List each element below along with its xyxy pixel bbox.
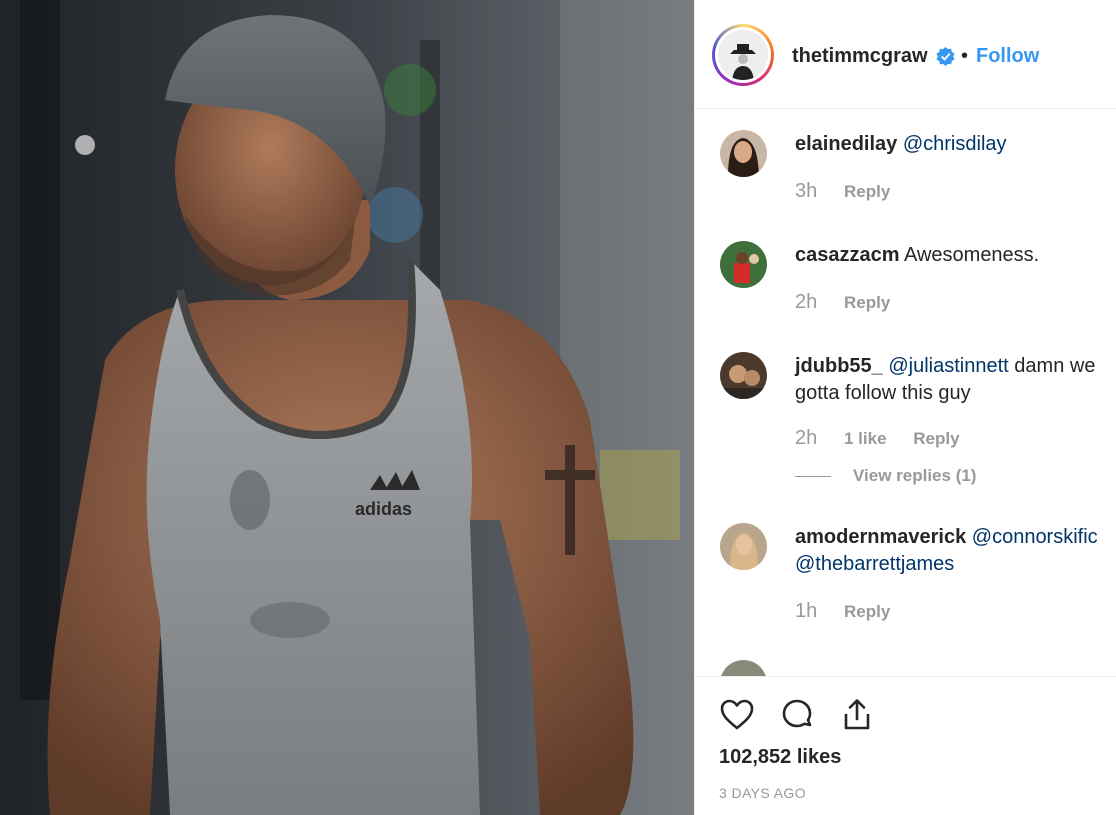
- likes-count[interactable]: 102,852 likes: [719, 746, 841, 769]
- shirt-brand-logo: adidas: [355, 499, 412, 519]
- commenter-avatar[interactable]: [720, 523, 767, 570]
- share-icon[interactable]: [839, 697, 875, 733]
- comment-text: amodernmaverick @connorskific @thebarret…: [795, 524, 1113, 578]
- comment-username[interactable]: amodernmaverick: [795, 526, 966, 548]
- comment-username[interactable]: casazzacm: [795, 244, 900, 266]
- commenter-avatar-image: [720, 523, 767, 570]
- comment-icon[interactable]: [779, 697, 815, 733]
- view-replies-line: [795, 476, 831, 478]
- comments-list[interactable]: elainedilay @chrisdilay 3h Reply casazza…: [695, 110, 1116, 676]
- comment-likes[interactable]: 1 like: [844, 429, 887, 448]
- verified-badge-icon: [936, 47, 955, 66]
- reply-button[interactable]: Reply: [844, 182, 890, 201]
- commenter-avatar-image: [720, 352, 767, 399]
- comment-time[interactable]: 2h: [795, 427, 817, 449]
- commenter-avatar[interactable]: [720, 352, 767, 399]
- comment-username[interactable]: elainedilay: [795, 133, 897, 155]
- comment-time[interactable]: 1h: [795, 600, 817, 622]
- reply-button[interactable]: Reply: [844, 293, 890, 312]
- post-date[interactable]: 3 DAYS AGO: [719, 785, 806, 801]
- post-sidebar: thetimmcgraw • Follow elainedilay @chris…: [694, 0, 1116, 815]
- post-header: thetimmcgraw • Follow: [695, 0, 1116, 109]
- comment-body: Awesomeness.: [903, 244, 1040, 266]
- comment-mention[interactable]: @chrisdilay: [903, 133, 1007, 155]
- comment-mention[interactable]: @thebarrettjames: [795, 553, 954, 575]
- view-replies-label: View replies (1): [853, 466, 977, 485]
- comment-text: jdubb55_ @juliastinnett damn we gotta fo…: [795, 353, 1113, 407]
- commenter-avatar-image: [720, 130, 767, 177]
- comment-meta: 2h Reply: [795, 291, 890, 314]
- comment-meta: 3h Reply: [795, 180, 890, 203]
- comment-mention[interactable]: @juliastinnett: [888, 355, 1008, 377]
- comment-mention[interactable]: @connorskific: [972, 526, 1098, 548]
- header-separator: •: [961, 45, 969, 67]
- commenter-avatar[interactable]: [720, 241, 767, 288]
- comment-meta: 2h 1 like Reply: [795, 427, 960, 450]
- commenter-avatar-image: [720, 660, 767, 676]
- comment-text: casazzacm Awesomeness.: [795, 242, 1113, 269]
- post-photo-illustration: adidas: [0, 0, 694, 815]
- heart-icon[interactable]: [719, 697, 755, 733]
- commenter-avatar[interactable]: [720, 660, 767, 676]
- comment-text: elainedilay @chrisdilay: [795, 131, 1113, 158]
- reply-button[interactable]: Reply: [913, 429, 959, 448]
- view-replies-button[interactable]: View replies (1): [795, 466, 976, 486]
- author-avatar[interactable]: [712, 24, 774, 86]
- follow-button[interactable]: Follow: [976, 45, 1039, 68]
- author-avatar-image: [718, 30, 768, 80]
- post-photo[interactable]: adidas: [0, 0, 694, 815]
- commenter-avatar[interactable]: [720, 130, 767, 177]
- comment-time[interactable]: 3h: [795, 180, 817, 202]
- comment-meta: 1h Reply: [795, 600, 890, 623]
- comment-username[interactable]: jdubb55_: [795, 355, 883, 377]
- author-username[interactable]: thetimmcgraw: [792, 45, 928, 68]
- comment-time[interactable]: 2h: [795, 291, 817, 313]
- commenter-avatar-image: [720, 241, 767, 288]
- reply-button[interactable]: Reply: [844, 602, 890, 621]
